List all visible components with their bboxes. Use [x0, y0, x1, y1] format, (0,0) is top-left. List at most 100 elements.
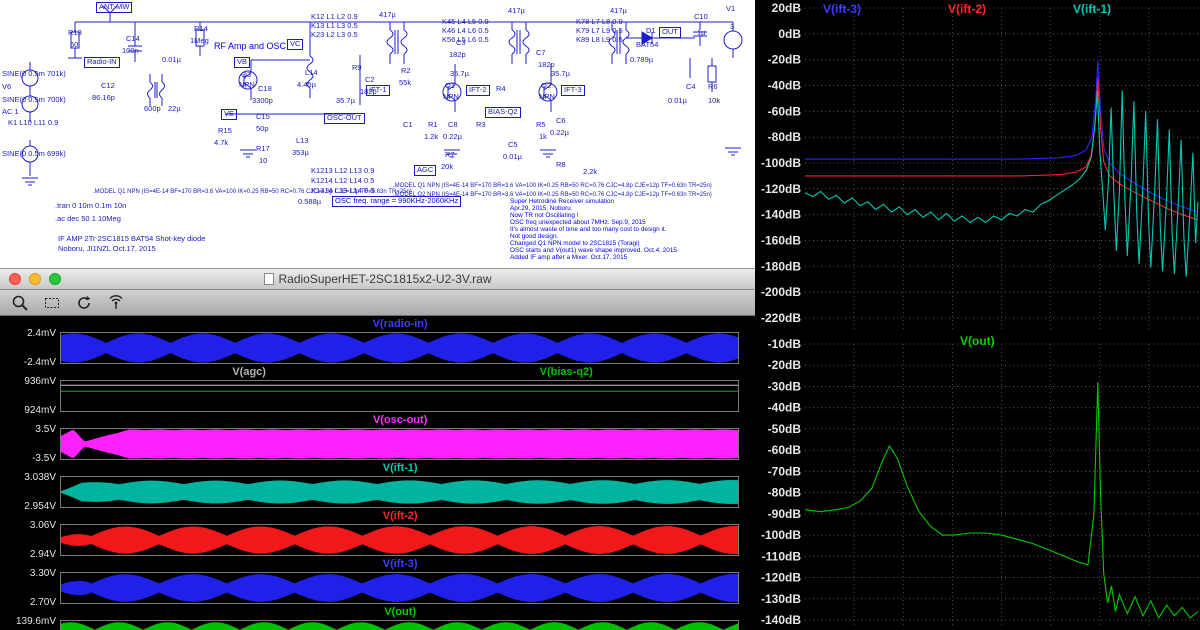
y-axis-tick: -100dB: [761, 156, 801, 170]
y-axis-max: 3.5V: [35, 424, 56, 435]
schematic-label: C5: [508, 140, 518, 149]
schematic-label: 20k: [441, 162, 454, 171]
schematic-label: 417µ: [610, 6, 627, 15]
schematic-label: VB: [234, 57, 251, 68]
schematic-label: 0.01µ: [503, 152, 522, 161]
schematic-label: R14: [194, 24, 208, 33]
schematic-canvas[interactable]: ANT-MW R13 50 C14 100n R14 1Meg RF Amp and OSC V…: [0, 0, 755, 268]
schematic-label: K1214 L12 L14 0.5: [311, 176, 375, 185]
schematic-label: Q2: [541, 81, 552, 90]
schematic-label: R17: [256, 144, 270, 153]
schematic-label: V1: [726, 4, 736, 13]
trace-label[interactable]: V(osc-out): [373, 414, 427, 426]
schematic-label: AGC: [414, 165, 437, 176]
plot-legend-label[interactable]: V(ift-1): [1073, 2, 1111, 16]
schematic-label: 35.7µ: [551, 69, 570, 78]
y-axis-tick: -20dB: [768, 358, 802, 372]
schematic-label: SINE(0 0.5m 700k): [2, 95, 66, 104]
schematic-label: 35.7µ: [450, 69, 469, 78]
reload-icon[interactable]: [74, 293, 94, 313]
waveform-plot[interactable]: [60, 620, 739, 630]
y-axis-tick: -20dB: [768, 53, 802, 67]
schematic-label: C7: [536, 48, 546, 57]
left-column: ANT-MW R13 50 C14 100n R14 1Meg RF Amp and OSC V…: [0, 0, 755, 630]
ac-plot-top[interactable]: 20dB 0dB -20dB -40dB -60dB -80dB -100dB -120dB -…: [755, 0, 1200, 332]
y-axis-tick: -220dB: [761, 311, 801, 325]
trace-label[interactable]: V(radio-in): [373, 318, 428, 330]
trace-label[interactable]: V(ift-3): [383, 558, 418, 570]
schematic-label: C6: [556, 116, 566, 125]
schematic-label: OSC-OUT: [324, 113, 365, 124]
waveform-pane: V(agc) V(bias-q2) 936mV 924mV: [0, 366, 755, 416]
trace-label[interactable]: V(ift-2): [383, 510, 418, 522]
close-button[interactable]: [9, 273, 21, 285]
schematic-label: C14: [126, 34, 140, 43]
schematic-label: 22µ: [168, 104, 181, 113]
y-axis-tick: -80dB: [768, 130, 802, 144]
minimize-button[interactable]: [29, 273, 41, 285]
schematic-label: C10: [694, 12, 708, 21]
schematic-label: .ac dec 50 1 10Meg: [55, 214, 121, 223]
window-controls: [9, 273, 61, 285]
y-axis-tick: -180dB: [761, 259, 801, 273]
schematic-label: R8: [556, 160, 566, 169]
schematic-label: C18: [258, 84, 272, 93]
y-axis-tick: -100dB: [761, 528, 801, 542]
zoom-box-icon[interactable]: [42, 293, 62, 313]
schematic-label: VE: [221, 109, 238, 120]
schematic-label: SINE(0 0.5m 701k): [2, 69, 66, 78]
schematic-label: L13: [296, 136, 309, 145]
schematic-label: NPN: [239, 80, 255, 89]
trace-label[interactable]: V(out): [384, 606, 416, 618]
waveform-panes: V(radio-in) 2.4mV -2.4mV V(agc) V(bias-q2) 93…: [0, 316, 755, 630]
schematic-label: R6: [708, 82, 718, 91]
probe-icon[interactable]: [106, 293, 126, 313]
y-axis-tick: -90dB: [768, 507, 802, 521]
y-axis-max: 3.30V: [29, 568, 56, 579]
waveform-plot[interactable]: [60, 332, 739, 364]
y-axis-tick: -120dB: [761, 182, 801, 196]
schematic-label: C8: [448, 120, 458, 129]
y-axis-max: 936mV: [24, 376, 56, 387]
waveform-plot[interactable]: [60, 380, 739, 412]
title-wrap: RadioSuperHET-2SC1815x2-U2-3V.raw: [0, 269, 755, 289]
schematic-label: V6: [2, 82, 12, 91]
schematic-label: K23 L2 L3 0.5: [311, 30, 358, 39]
plot-legend-label[interactable]: V(out): [960, 334, 995, 348]
plot-legend-label[interactable]: V(ift-3): [823, 2, 861, 16]
schematic-label: 10: [259, 156, 268, 165]
schematic-label: NPN: [443, 92, 459, 101]
y-axis-tick: -140dB: [761, 613, 801, 627]
schematic-label: K1213 L12 L13 0.9: [311, 166, 375, 175]
right-column: 20dB 0dB -20dB -40dB -60dB -80dB -100dB -120dB -…: [755, 0, 1200, 630]
trace-label[interactable]: V(agc): [232, 366, 266, 378]
schematic-label: Q1: [445, 81, 456, 90]
y-axis-max: 139.6mV: [15, 616, 56, 627]
trace-label[interactable]: V(bias-q2): [540, 366, 593, 378]
ac-plot-bottom[interactable]: -10dB -20dB -30dB -40dB -50dB -60dB -70dB -80dB…: [755, 332, 1200, 630]
schematic-label: Q3: [241, 70, 252, 79]
schematic-label: R5: [536, 120, 546, 129]
zoom-window-button[interactable]: [49, 273, 61, 285]
schematic-label: IFT-2: [466, 85, 490, 96]
schematic-label: Radio-IN: [84, 57, 120, 68]
schematic-label: AC 1: [2, 107, 19, 116]
trace-label[interactable]: V(ift-1): [383, 462, 418, 474]
schematic-label: 3: [730, 22, 735, 31]
waveform-plot[interactable]: [60, 476, 739, 508]
waveform-plot[interactable]: [60, 572, 739, 604]
plot-legend-label[interactable]: V(ift-2): [948, 2, 986, 16]
y-axis-tick: -70dB: [768, 464, 802, 478]
schematic-label: ANT-MW: [96, 2, 133, 13]
waveform-plot[interactable]: [60, 428, 739, 460]
schematic-label: .MODEL Q1 NPN (IS=4E-14 BF=170 BR=3.6 VA…: [393, 183, 712, 189]
schematic-label: C2: [365, 75, 375, 84]
schematic-label: C3: [456, 38, 466, 47]
schematic-label: R1: [428, 120, 438, 129]
waveform-plot[interactable]: [60, 524, 739, 556]
schematic-label: R4: [496, 84, 506, 93]
zoom-in-icon[interactable]: [10, 293, 30, 313]
schematic-label: 1.2k: [424, 132, 439, 141]
window-titlebar[interactable]: RadioSuperHET-2SC1815x2-U2-3V.raw: [0, 268, 755, 290]
app-root: ANT-MW R13 50 C14 100n R14 1Meg RF Amp and OSC V…: [0, 0, 1200, 630]
